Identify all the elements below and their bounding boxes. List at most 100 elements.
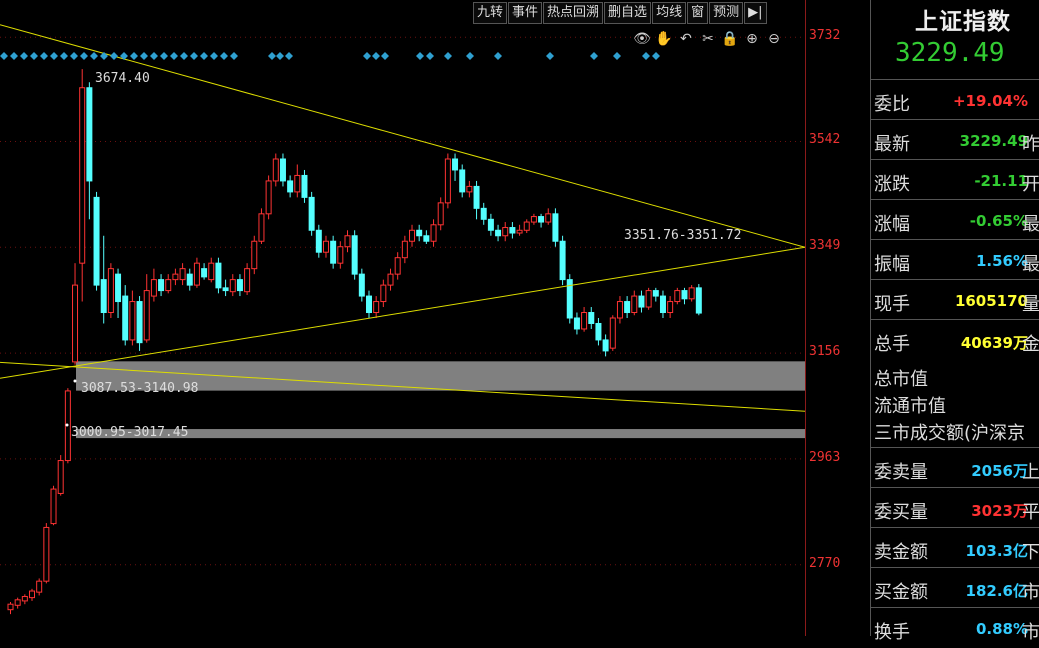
signal-diamond [160,52,168,60]
candle-body [638,295,645,308]
axis-label: 3732 [809,28,841,44]
signal-diamond [60,52,68,60]
scissors-icon[interactable]: ✂ [699,30,717,48]
quote-row: 卖金额 103.3亿下 [871,527,1039,568]
quote-label: 涨幅 [874,214,910,235]
signal-diamond [10,52,18,60]
hand-icon[interactable]: ✋ [655,30,673,48]
gap1-annotation: 3087.53-3140.98 [81,381,199,396]
kline-svg[interactable] [0,0,805,636]
quote-value: 1605170 [954,292,1028,310]
kline-chart[interactable]: 3674.40 3087.53-3140.98 3000.95-3017.45 … [0,0,805,636]
candle-body [129,301,136,341]
toolbar-button-0[interactable]: 九转 [473,2,508,24]
signal-diamond [200,52,208,60]
candle-body [387,273,394,286]
candle-body [308,196,315,231]
quote-row: 买金额 182.6亿市 [871,567,1039,608]
candle-body [645,290,652,308]
candle-body [265,180,272,215]
candle-body [294,174,301,193]
signal-diamond [381,52,389,60]
quote-cut-label: 量 [1022,294,1039,315]
candle-body [459,169,466,193]
candle-body [143,290,150,341]
candle-body [107,268,114,314]
axis-label: 3349 [809,238,841,254]
candle-body [616,301,623,319]
quote-row: 委卖量 2056万上 [871,447,1039,488]
candle-body [79,87,86,264]
quote-cut-label: 金 [1022,334,1039,355]
quote-label: 换手 [874,622,910,643]
candle-body [559,240,566,281]
candle-body [688,287,695,300]
candle-body [72,284,79,363]
candle-body [201,268,208,278]
undo-icon[interactable]: ↶ [677,30,695,48]
market-info-line: 流通市值 [874,396,946,417]
quote-value: 0.88% [975,620,1028,638]
signal-diamond [466,52,474,60]
eye-icon[interactable]: 👁 [633,30,651,48]
signal-diamond [372,52,380,60]
candle-body [287,180,294,193]
signal-diamond [50,52,58,60]
candle-body [423,235,430,242]
candle-body [7,603,14,611]
candle-body [480,207,487,220]
candle-body [330,240,337,264]
quote-value: +19.04% [952,92,1028,110]
candle-body [394,257,401,275]
signal-diamond [642,52,650,60]
signal-diamond [80,52,88,60]
candle-body [609,317,616,349]
quote-label: 委卖量 [874,462,928,483]
candle-body [165,279,172,292]
candle-body [100,279,107,314]
lower-trendline [0,246,805,379]
candle-body [695,287,702,314]
toolbar-button-4[interactable]: 均线 [652,2,687,24]
candle-body [552,213,559,242]
quote-label: 买金额 [874,582,928,603]
candle-body [158,279,165,292]
candle-body [358,273,365,297]
candle-body [380,284,387,303]
quote-panel: 上证指数 3229.49 委比 +19.04% 最新 3229.49 昨涨跌 -21.11… [870,0,1039,643]
signal-diamond [170,52,178,60]
candle-body [315,229,322,253]
signal-diamond [90,52,98,60]
quote-cut-label: 最 [1022,214,1039,235]
toolbar-button-1[interactable]: 事件 [508,2,543,24]
toolbar-button-2[interactable]: 热点回溯 [543,2,604,24]
candle-body [14,599,21,606]
zoom-out-icon[interactable]: ⊖ [765,30,783,48]
toolbar-button-6[interactable]: 预测 [709,2,744,24]
candle-body [122,295,129,341]
quote-value: 3023万 [971,502,1028,520]
toolbar-button-3[interactable]: 删自选 [604,2,652,24]
quote-row: 委比 +19.04% [871,79,1039,120]
axis-label: 3156 [809,344,841,360]
candle-body [150,279,157,297]
quote-value: 103.3亿 [965,542,1028,560]
signal-diamond [546,52,554,60]
candle-body [57,460,64,494]
lock-icon[interactable]: 🔒 [721,30,739,48]
toolbar-button-7[interactable]: ▶| [744,2,767,24]
zoom-in-icon[interactable]: ⊕ [743,30,761,48]
axis-label: 2963 [809,449,841,465]
toolbar-button-5[interactable]: 窗 [687,2,709,24]
axis-label: 2770 [809,555,841,571]
quote-cut-label: 市 [1022,582,1039,603]
signal-diamond [652,52,660,60]
chart-toolbar: 九转 事件 热点回溯 删自选 均线窗预测 ▶| [473,2,768,24]
quote-row: 换手 0.88% 市 [871,607,1039,648]
flat-annotation: 3351.76-3351.72 [624,228,742,243]
candle-body [50,488,57,525]
candle-body [538,216,545,223]
candle-body [444,158,451,204]
signal-diamond [494,52,502,60]
quote-cut-label: 下 [1022,542,1039,563]
